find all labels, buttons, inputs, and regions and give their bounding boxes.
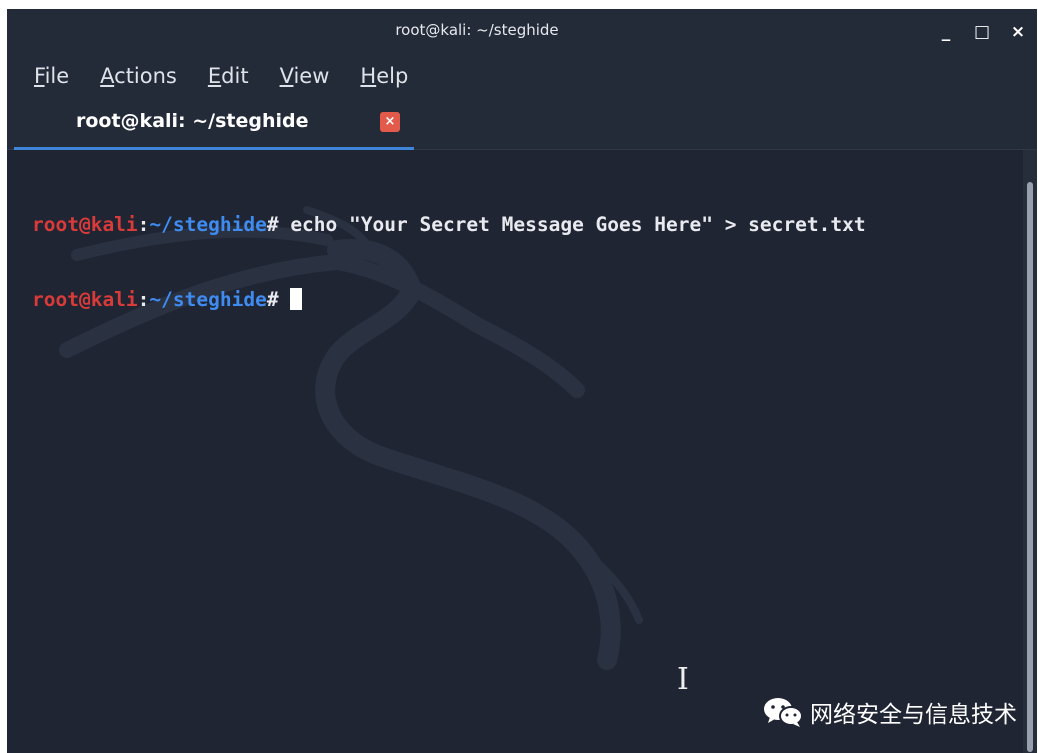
- text-cursor: [290, 288, 303, 310]
- terminal-line: root@kali:~/steghide#: [32, 287, 866, 312]
- window-title: root@kali: ~/steghide: [395, 21, 559, 39]
- terminal-output: root@kali:~/steghide# echo "Your Secret …: [32, 162, 866, 362]
- terminal-window: root@kali: ~/steghide _ □ × File Actions…: [7, 9, 1037, 753]
- menu-file-label: ile: [44, 64, 70, 88]
- scrollbar[interactable]: [1023, 150, 1037, 753]
- watermark: 网络安全与信息技术: [762, 695, 1017, 729]
- terminal-area[interactable]: root@kali:~/steghide# echo "Your Secret …: [7, 150, 1037, 753]
- mouse-ibeam-cursor: I: [677, 662, 689, 697]
- tab-label: root@kali: ~/steghide: [76, 110, 309, 132]
- tab-bar: root@kali: ~/steghide ×: [7, 97, 1037, 152]
- menu-view-label: iew: [293, 64, 330, 88]
- menu-help-mnemonic: H: [360, 64, 377, 88]
- prompt-colon: :: [137, 288, 150, 311]
- watermark-text: 网络安全与信息技术: [810, 702, 1017, 728]
- menu-view[interactable]: View: [280, 64, 330, 88]
- prompt-path: ~/steghide: [149, 288, 267, 311]
- close-button[interactable]: ×: [1005, 19, 1031, 45]
- wechat-icon: [764, 698, 803, 727]
- menu-file[interactable]: File: [34, 64, 69, 88]
- menu-bar: File Actions Edit View Help: [7, 55, 1037, 97]
- menu-file-mnemonic: F: [34, 64, 45, 88]
- prompt-colon: :: [137, 213, 150, 236]
- prompt-user: root@kali: [32, 288, 138, 311]
- menu-edit[interactable]: Edit: [208, 64, 249, 88]
- tab-steghide[interactable]: root@kali: ~/steghide ×: [14, 97, 414, 152]
- tab-close-icon[interactable]: ×: [380, 112, 400, 132]
- terminal-line: root@kali:~/steghide# echo "Your Secret …: [32, 212, 866, 237]
- menu-actions[interactable]: Actions: [100, 64, 177, 88]
- menu-actions-label: ctions: [114, 64, 177, 88]
- prompt-hash: #: [266, 288, 279, 311]
- minimize-button[interactable]: _: [933, 19, 959, 45]
- prompt-path: ~/steghide: [149, 213, 267, 236]
- title-bar[interactable]: root@kali: ~/steghide _ □ ×: [7, 9, 1037, 55]
- command-text: echo "Your Secret Message Goes Here" > s…: [278, 213, 866, 236]
- menu-help-label: elp: [376, 64, 409, 88]
- menu-view-mnemonic: V: [279, 64, 294, 88]
- menu-edit-label: dit: [221, 64, 249, 88]
- menu-help[interactable]: Help: [360, 64, 408, 88]
- scrollbar-thumb[interactable]: [1027, 182, 1033, 752]
- prompt-hash: #: [266, 213, 279, 236]
- prompt-user: root@kali: [32, 213, 138, 236]
- menu-edit-mnemonic: E: [207, 64, 222, 88]
- command-text: [279, 288, 291, 311]
- window-controls: _ □ ×: [933, 19, 1031, 45]
- maximize-button[interactable]: □: [969, 19, 995, 45]
- menu-actions-mnemonic: A: [100, 64, 115, 88]
